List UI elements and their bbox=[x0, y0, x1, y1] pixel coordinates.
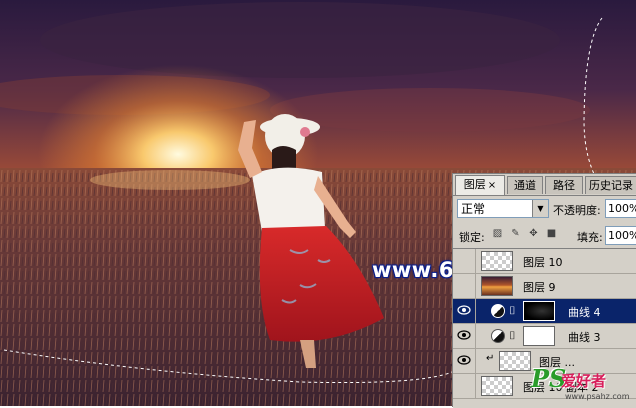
chevron-down-icon[interactable]: ▼ bbox=[532, 200, 548, 217]
tab-history[interactable]: 历史记录 bbox=[585, 176, 636, 194]
visibility-toggle[interactable] bbox=[453, 249, 476, 273]
curves-adjustment-icon bbox=[491, 304, 505, 318]
tab-channels[interactable]: 通道 bbox=[507, 176, 543, 194]
link-icon[interactable]: ⌷ bbox=[509, 304, 516, 318]
layer-mask-thumbnail[interactable] bbox=[523, 301, 555, 321]
blend-mode-select[interactable]: 正常 ▼ bbox=[457, 199, 549, 218]
layer-mask-thumbnail[interactable] bbox=[523, 326, 555, 346]
tab-paths-label: 路径 bbox=[553, 179, 575, 192]
layer-name: 曲线 4 bbox=[568, 306, 601, 319]
site-logo: PS 爱好者 www.psahz.com bbox=[525, 364, 636, 406]
eye-icon bbox=[457, 330, 471, 340]
layer-row-layer-10[interactable]: 图层 10 bbox=[453, 249, 636, 274]
tab-layers[interactable]: 图层 × bbox=[455, 175, 505, 195]
layer-name: 图层 9 bbox=[523, 281, 556, 294]
visibility-toggle[interactable] bbox=[453, 324, 476, 348]
logo-url: www.psahz.com bbox=[565, 392, 630, 401]
fill-label: 填充: bbox=[577, 231, 603, 244]
tab-layers-label: 图层 bbox=[463, 178, 486, 191]
layer-thumbnail bbox=[481, 276, 513, 296]
opacity-label: 不透明度: bbox=[553, 204, 601, 217]
curves-adjustment-icon bbox=[491, 329, 505, 343]
layer-name: 曲线 3 bbox=[568, 331, 601, 344]
link-icon[interactable]: ⌷ bbox=[509, 329, 516, 343]
layer-thumbnail bbox=[481, 251, 513, 271]
layer-row-curves-4[interactable]: ⌷ 曲线 4 bbox=[453, 299, 636, 324]
layer-thumbnail bbox=[481, 376, 513, 396]
lock-all-icon[interactable]: ■ bbox=[545, 227, 558, 240]
eye-icon bbox=[457, 305, 471, 315]
fill-input[interactable]: 100% bbox=[605, 226, 636, 245]
layer-name: 图层 10 bbox=[523, 256, 563, 269]
layer-row-curves-3[interactable]: ⌷ 曲线 3 bbox=[453, 324, 636, 349]
lock-position-move-icon[interactable]: ✥ bbox=[527, 227, 540, 240]
tab-history-label: 历史记录 bbox=[589, 179, 633, 192]
blend-mode-value: 正常 bbox=[461, 202, 486, 216]
lock-transparent-icon[interactable]: ▨ bbox=[491, 227, 504, 240]
lock-pixels-brush-icon[interactable]: ✎ bbox=[509, 227, 522, 240]
logo-text: 爱好者 bbox=[561, 372, 607, 390]
close-icon[interactable]: × bbox=[488, 180, 496, 191]
opacity-input[interactable]: 100% bbox=[605, 199, 636, 218]
visibility-toggle[interactable] bbox=[453, 349, 476, 373]
layer-row-layer-9[interactable]: 图层 9 bbox=[453, 274, 636, 299]
tab-paths[interactable]: 路径 bbox=[545, 176, 583, 194]
panel-tab-bar: 图层 × 通道 路径 历史记录 bbox=[453, 174, 636, 196]
visibility-toggle[interactable] bbox=[453, 299, 476, 323]
visibility-toggle[interactable] bbox=[453, 274, 476, 298]
visibility-toggle[interactable] bbox=[453, 374, 476, 398]
lock-label: 锁定: bbox=[459, 231, 485, 244]
tab-channels-label: 通道 bbox=[514, 179, 536, 192]
clipping-arrow-icon: ↵ bbox=[486, 353, 495, 364]
eye-icon bbox=[457, 355, 471, 365]
